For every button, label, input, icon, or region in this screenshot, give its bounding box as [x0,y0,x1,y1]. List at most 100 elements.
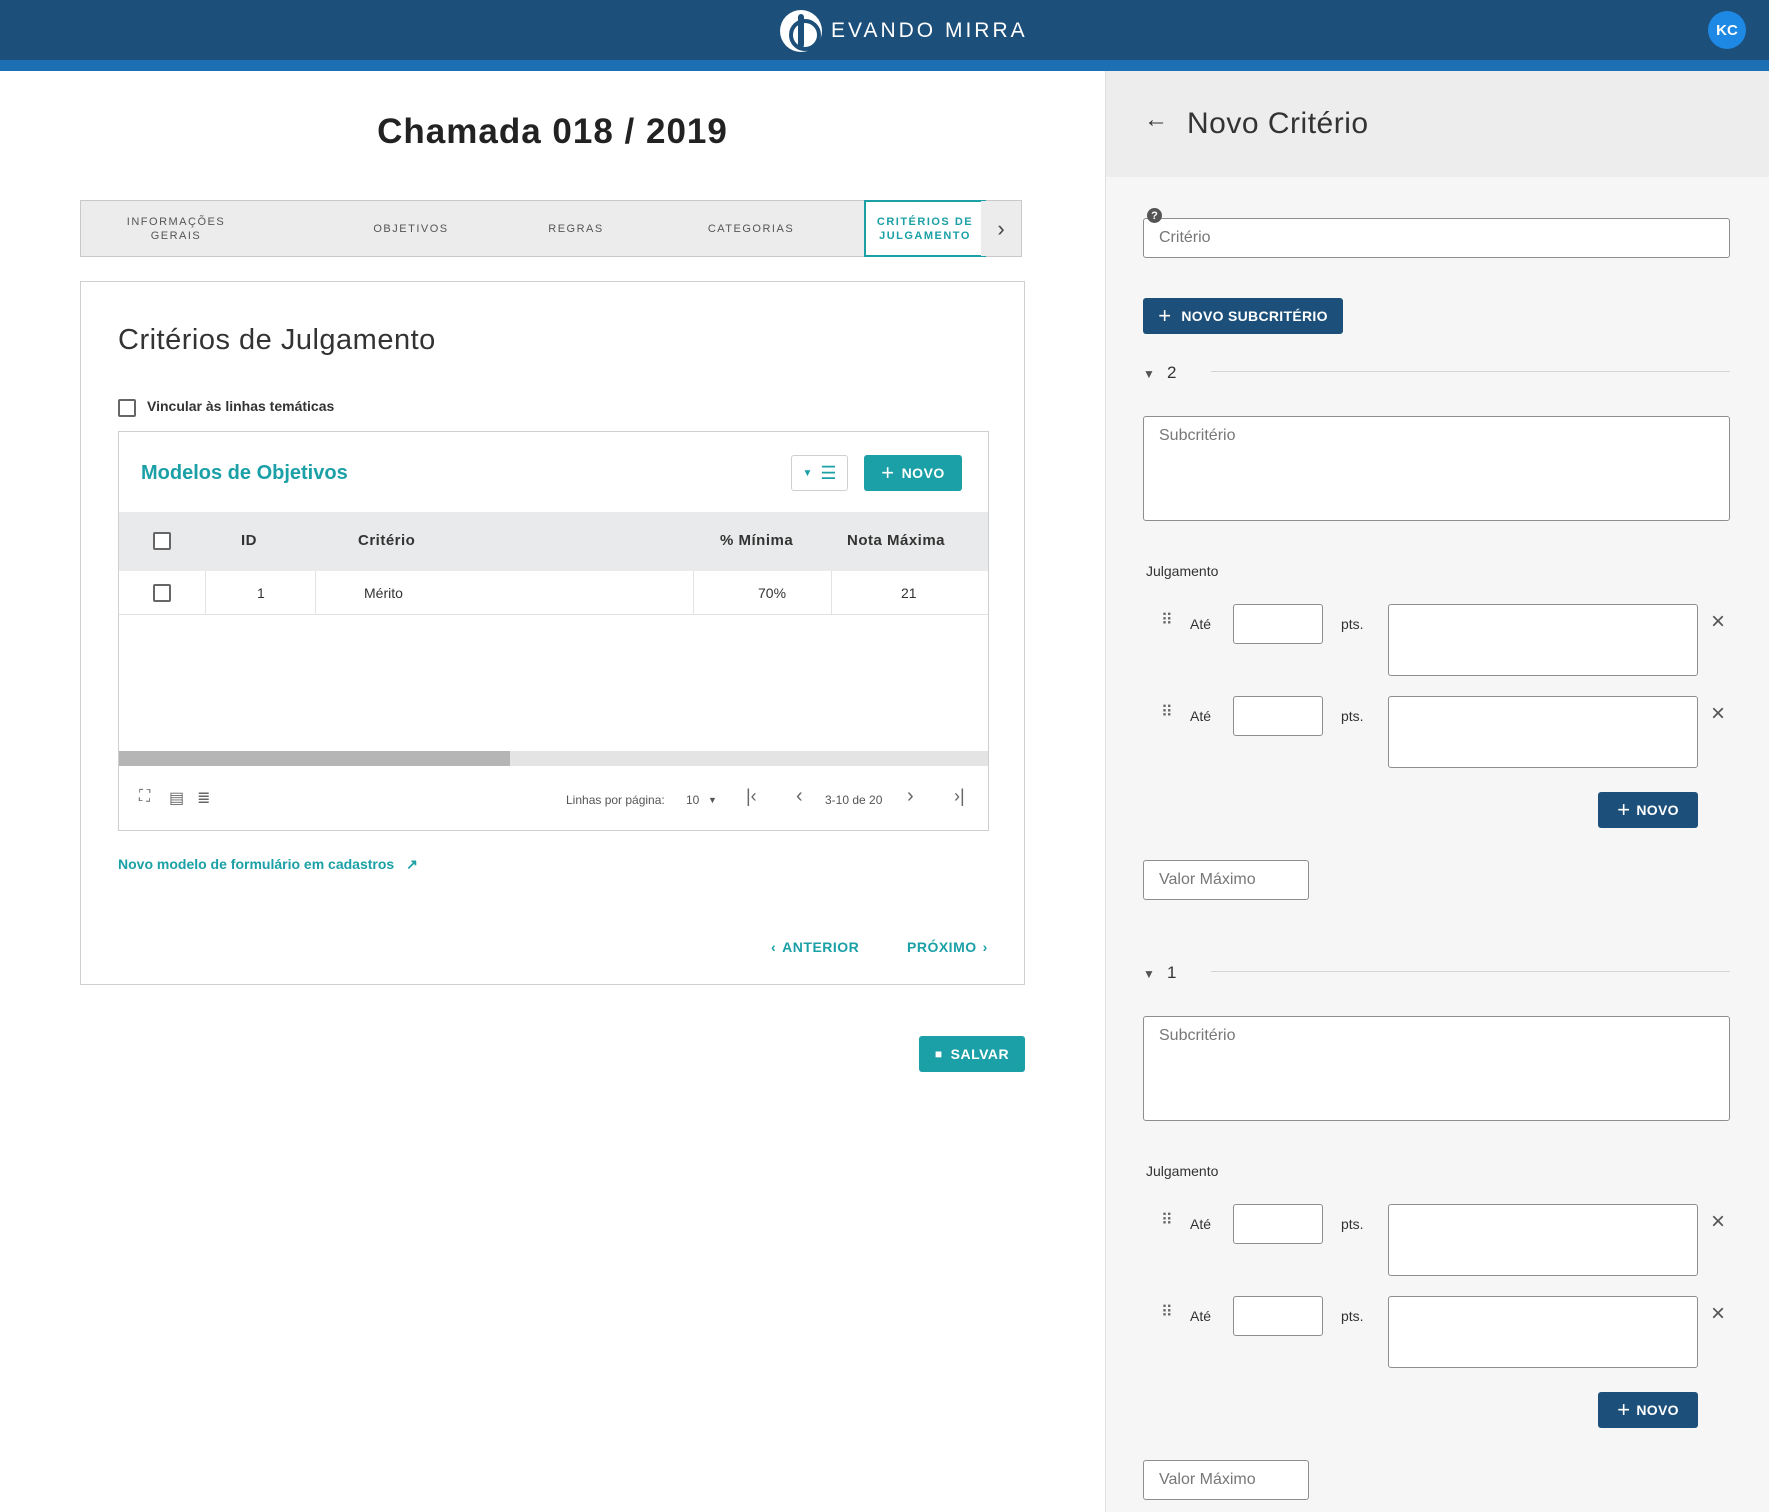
save-button[interactable]: ■ SALVAR [919,1036,1025,1072]
brand-logo[interactable]: EVANDO MIRRA [780,10,1028,52]
tab-label: GERAIS [150,229,202,242]
plus-icon: + [1617,1397,1631,1422]
close-icon[interactable]: × [1711,700,1725,728]
column-header-id[interactable]: ID [241,532,257,549]
grid-header: ID Critério % Mínima Nota Máxima [119,512,988,571]
chevron-right-icon: › [997,215,1005,241]
objectives-grid: Modelos de Objetivos ▼ ☰ + NOVO ID Crité… [118,431,989,831]
cell-divider [315,571,316,615]
next-page-icon[interactable]: › [907,785,914,808]
collapse-icon[interactable]: ▼ [1143,967,1155,981]
filter-icon: ☰ [820,462,837,483]
first-page-icon[interactable]: |‹ [746,786,757,807]
save-icon: ■ [934,1047,943,1061]
back-arrow-icon[interactable]: ← [1144,106,1168,134]
criterio-input[interactable]: Critério [1143,218,1730,258]
judgement-description-input[interactable] [1388,604,1698,676]
tab-criterios-julgamento[interactable]: CRITÉRIOS DE JULGAMENTO [864,200,986,257]
column-header-nota-maxima[interactable]: Nota Máxima [847,532,945,549]
close-icon[interactable]: × [1711,608,1725,636]
select-all-checkbox[interactable] [153,532,171,550]
pts-label: pts. [1341,616,1364,632]
column-header-criterio[interactable]: Critério [358,532,415,549]
caret-down-icon[interactable]: ▼ [708,795,717,805]
drag-handle-icon[interactable]: ⠿ [1161,1305,1173,1321]
points-input[interactable] [1233,696,1323,736]
tab-label: CATEGORIAS [707,222,795,235]
points-input[interactable] [1233,604,1323,644]
drag-handle-icon[interactable]: ⠿ [1161,705,1173,721]
next-button[interactable]: PRÓXIMO › [907,939,988,955]
vincular-label: Vincular às linhas temáticas [147,398,335,414]
vincular-checkbox[interactable] [118,399,136,417]
collapse-icon[interactable]: ▼ [1143,367,1155,381]
judgement-description-input[interactable] [1388,1204,1698,1276]
judgement-description-input[interactable] [1388,1296,1698,1368]
new-judgement-label: NOVO [1636,1402,1679,1418]
valor-maximo-input[interactable]: Valor Máximo [1143,1460,1309,1500]
judgement-description-input[interactable] [1388,696,1698,768]
criterio-placeholder: Critério [1159,229,1211,246]
row-checkbox[interactable] [153,584,171,602]
valor-maximo-placeholder: Valor Máximo [1159,871,1256,888]
column-header-minima[interactable]: % Mínima [720,532,793,549]
new-subcriterion-label: NOVO SUBCRITÉRIO [1181,308,1328,324]
header-stripe [0,60,1769,71]
grid-title: Modelos de Objetivos [141,462,348,484]
new-criterion-panel: ← Novo Critério Critério + NOVO SUBCRITÉ… [1105,71,1769,1512]
cell-minima: 70% [758,585,787,601]
brand-logo-icon [780,10,822,52]
rows-per-page-select[interactable]: 10 [686,793,699,807]
density-normal-icon[interactable]: ▤ [169,788,184,808]
page-title: Chamada 018 / 2019 [377,112,728,151]
new-form-model-label: Novo modelo de formulário em cadastros [118,856,395,872]
new-form-model-link[interactable]: Novo modelo de formulário em cadastros ↗ [118,856,418,873]
subcriterio-textarea[interactable]: Subcritério [1143,1016,1730,1121]
tab-regras[interactable]: REGRAS [516,201,636,256]
horizontal-scrollbar[interactable] [119,751,988,766]
new-model-button[interactable]: + NOVO [864,455,962,491]
scrollbar-thumb[interactable] [119,751,511,766]
tab-categorias[interactable]: CATEGORIAS [681,201,821,256]
drag-handle-icon[interactable]: ⠿ [1161,1213,1173,1229]
grid-footer: ⛶ ▤ ≣ Linhas por página: 10 ▼ |‹ ‹ 3-10 … [119,766,988,830]
section-divider [1211,371,1730,372]
last-page-icon[interactable]: ›| [954,786,965,807]
help-icon[interactable]: ? [1147,208,1162,223]
new-judgement-button[interactable]: + NOVO [1598,1392,1698,1428]
table-row[interactable]: 1 Mérito 70% 21 [119,571,988,615]
caret-down-icon: ▼ [802,467,813,479]
tab-label: INFORMAÇÕES [126,215,226,228]
pts-label: pts. [1341,1216,1364,1232]
page-range: 3-10 de 20 [825,793,883,807]
new-subcriterion-button[interactable]: + NOVO SUBCRITÉRIO [1143,298,1343,334]
density-compact-icon[interactable]: ≣ [197,788,210,808]
filter-button[interactable]: ▼ ☰ [791,455,848,491]
drag-handle-icon[interactable]: ⠿ [1161,613,1173,629]
previous-button[interactable]: ‹ ANTERIOR [771,939,859,955]
tabs-scroll-right-button[interactable]: › [981,201,1021,256]
new-judgement-label: NOVO [1636,802,1679,818]
brand-name: EVANDO MIRRA [831,19,1028,42]
close-icon[interactable]: × [1711,1208,1725,1236]
subcriterio-textarea[interactable]: Subcritério [1143,416,1730,521]
ate-label: Até [1190,1308,1212,1324]
cell-divider [831,571,832,615]
fullscreen-icon[interactable]: ⛶ [139,788,150,806]
cell-divider [205,571,206,615]
valor-maximo-placeholder: Valor Máximo [1159,1471,1256,1488]
ate-label: Até [1190,1216,1212,1232]
cell-divider [693,571,694,615]
close-icon[interactable]: × [1711,1300,1725,1328]
points-input[interactable] [1233,1296,1323,1336]
card-title: Critérios de Julgamento [118,324,436,356]
tab-informacoes-gerais[interactable]: INFORMAÇÕES GERAIS [101,201,251,256]
valor-maximo-input[interactable]: Valor Máximo [1143,860,1309,900]
user-avatar[interactable]: KC [1708,11,1746,49]
points-input[interactable] [1233,1204,1323,1244]
new-judgement-button[interactable]: + NOVO [1598,792,1698,828]
tab-objetivos[interactable]: OBJETIVOS [346,201,476,256]
save-label: SALVAR [950,1046,1010,1062]
prev-page-icon[interactable]: ‹ [796,785,803,808]
pts-label: pts. [1341,708,1364,724]
